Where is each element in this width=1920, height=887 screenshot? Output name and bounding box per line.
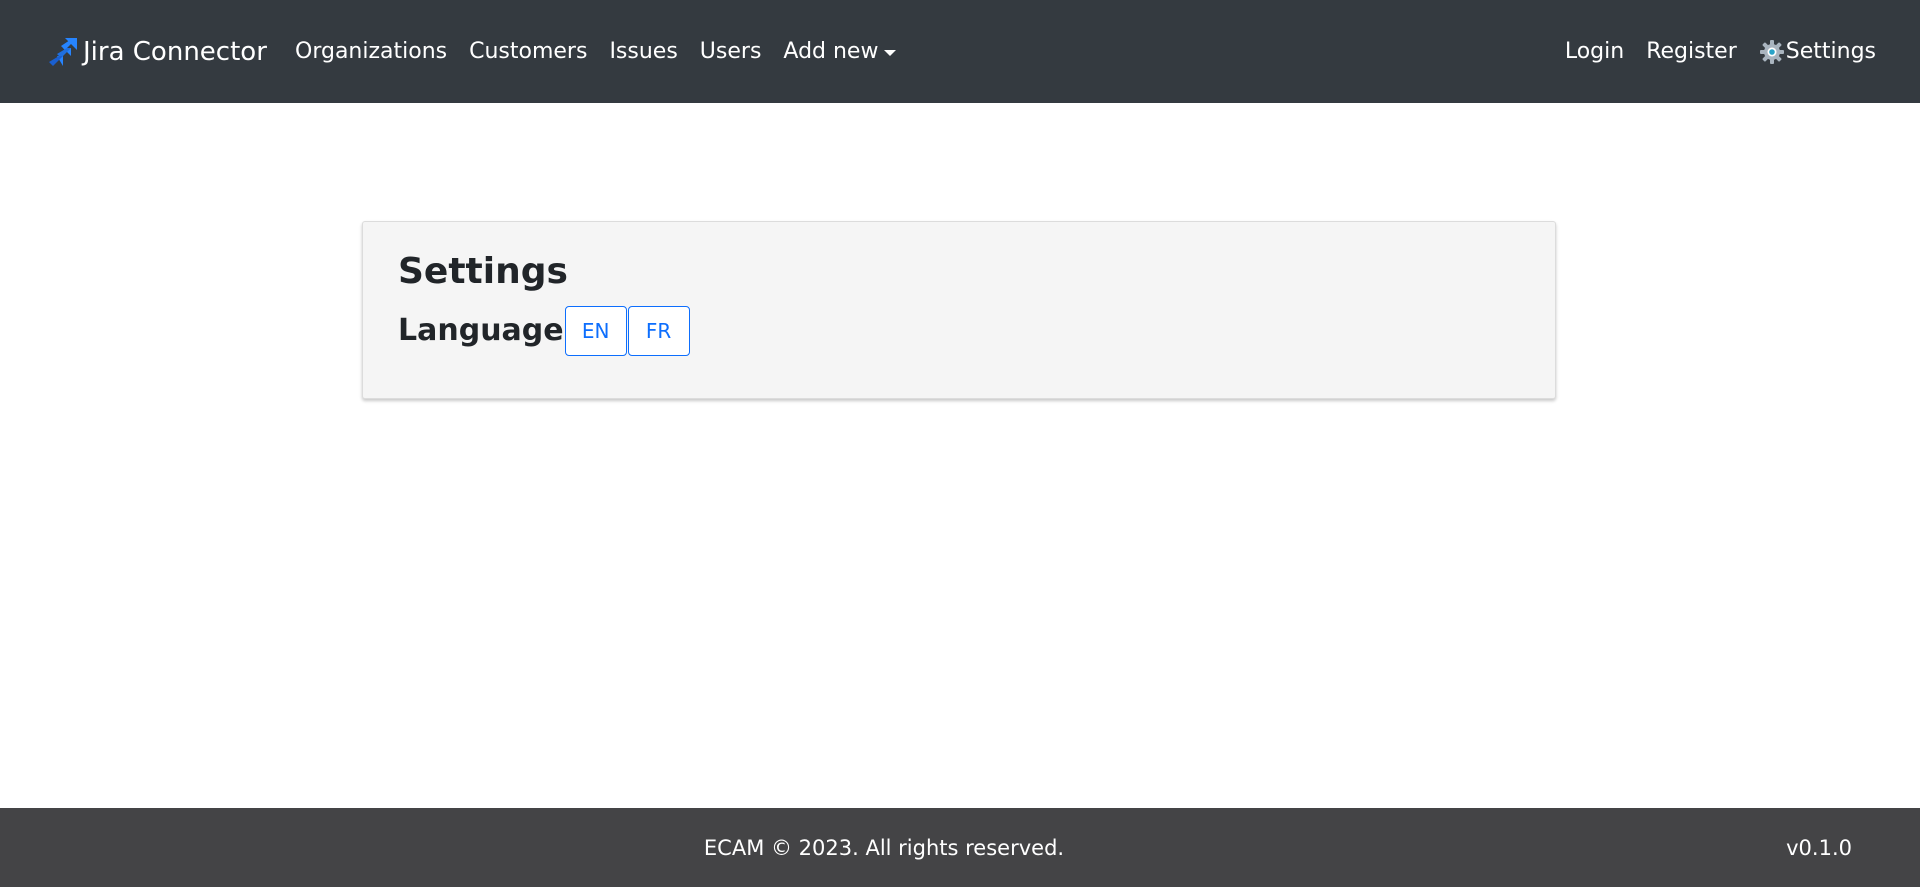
- nav-issues[interactable]: Issues: [609, 39, 677, 64]
- brand-name: Jira Connector: [83, 36, 267, 67]
- language-fr-button[interactable]: FR: [627, 306, 690, 356]
- account-nav: Login Register Settings: [1543, 0, 1876, 103]
- footer-copyright: ECAM © 2023. All rights reserved.: [703, 835, 1065, 860]
- top-navbar: Jira Connector Organizations Customers I…: [0, 0, 1920, 103]
- footer-version: v0.1.0: [1786, 835, 1852, 860]
- language-en-button[interactable]: EN: [564, 306, 627, 356]
- page-title: Settings: [398, 251, 568, 292]
- nav-customers[interactable]: Customers: [469, 39, 587, 64]
- add-new-dropdown[interactable]: Add new: [783, 39, 897, 64]
- caret-down-icon: [884, 49, 897, 56]
- page-footer: ECAM © 2023. All rights reserved. v0.1.0: [0, 808, 1920, 887]
- nav-register[interactable]: Register: [1646, 39, 1737, 64]
- nav-organizations[interactable]: Organizations: [295, 39, 447, 64]
- add-new-label: Add new: [783, 39, 879, 64]
- language-row: Language EN FR: [398, 306, 690, 356]
- nav-users[interactable]: Users: [700, 39, 762, 64]
- brand-link[interactable]: Jira Connector: [47, 0, 267, 103]
- gear-icon: [1759, 39, 1784, 64]
- jira-logo-icon: [49, 37, 77, 66]
- language-label: Language: [398, 313, 564, 348]
- primary-nav: Organizations Customers Issues Users Add…: [295, 0, 918, 103]
- nav-settings[interactable]: Settings: [1759, 39, 1876, 65]
- settings-label: Settings: [1785, 39, 1876, 64]
- nav-login[interactable]: Login: [1565, 39, 1624, 64]
- settings-card: Settings Language EN FR: [362, 221, 1556, 399]
